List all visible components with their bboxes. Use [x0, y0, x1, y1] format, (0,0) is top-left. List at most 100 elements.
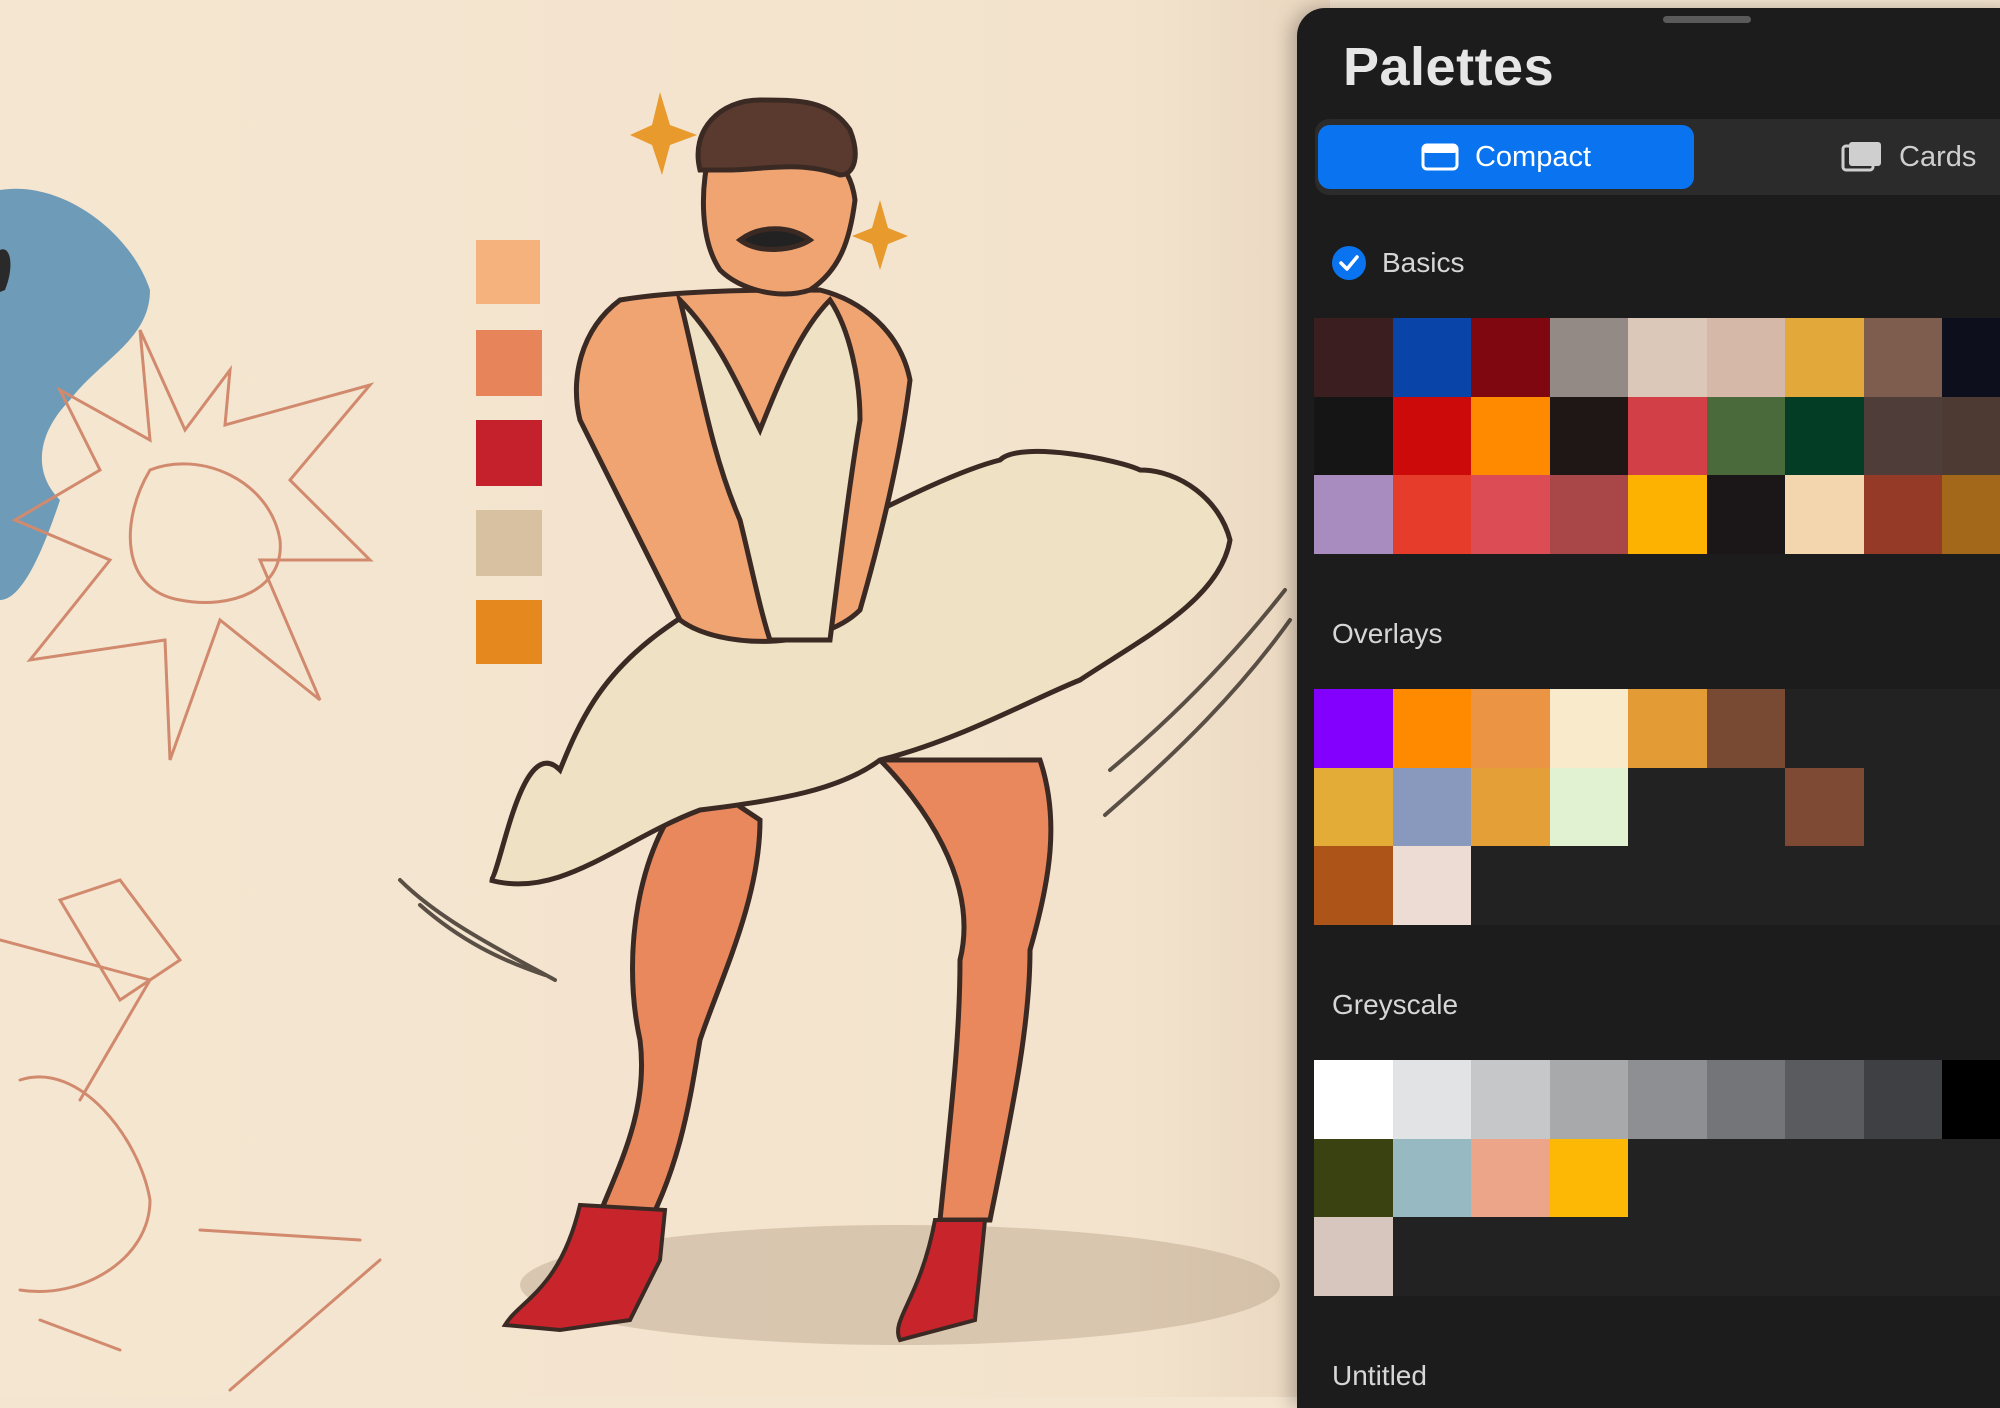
color-swatch[interactable] [1785, 767, 1864, 846]
empty-swatch-slot[interactable] [1550, 1217, 1629, 1296]
palette-untitled[interactable]: Untitled [1314, 1346, 2000, 1406]
empty-swatch-slot[interactable] [1785, 1139, 1864, 1218]
color-swatch[interactable] [1628, 475, 1707, 554]
color-swatch[interactable] [1628, 1060, 1707, 1139]
reference-swatch [476, 420, 542, 486]
color-swatch[interactable] [1392, 767, 1471, 846]
color-swatch[interactable] [1471, 318, 1550, 397]
palette-greyscale[interactable]: Greyscale [1314, 975, 2000, 1340]
color-swatch[interactable] [1706, 689, 1785, 768]
color-swatch[interactable] [1549, 767, 1628, 846]
compact-view-button[interactable]: Compact [1318, 125, 1694, 189]
empty-swatch-slot[interactable] [1942, 768, 2000, 847]
color-swatch[interactable] [1314, 1217, 1393, 1296]
color-swatch[interactable] [1549, 318, 1628, 397]
color-swatch[interactable] [1392, 689, 1471, 768]
empty-swatch-slot[interactable] [1785, 846, 1864, 925]
empty-swatch-slot[interactable] [1707, 1139, 1786, 1218]
empty-swatch-slot[interactable] [1942, 1217, 2000, 1296]
color-swatch[interactable] [1785, 475, 1864, 554]
color-swatch[interactable] [1471, 689, 1550, 768]
empty-swatch-slot[interactable] [1471, 846, 1550, 925]
color-swatch[interactable] [1706, 1060, 1785, 1139]
color-swatch[interactable] [1314, 318, 1393, 397]
color-swatch[interactable] [1706, 475, 1785, 554]
color-swatch[interactable] [1471, 396, 1550, 475]
color-swatch[interactable] [1706, 396, 1785, 475]
empty-swatch-slot[interactable] [1785, 689, 1864, 768]
compact-view-icon [1421, 142, 1459, 172]
empty-swatch-slot[interactable] [1707, 768, 1786, 847]
color-swatch[interactable] [1471, 475, 1550, 554]
color-swatch[interactable] [1785, 396, 1864, 475]
empty-swatch-slot[interactable] [1864, 768, 1943, 847]
color-swatch[interactable] [1471, 767, 1550, 846]
color-swatch[interactable] [1314, 846, 1393, 925]
empty-swatch-slot[interactable] [1942, 1139, 2000, 1218]
reference-swatch [476, 600, 542, 664]
color-swatch[interactable] [1785, 1060, 1864, 1139]
palette-overlays[interactable]: Overlays [1314, 604, 2000, 969]
color-swatch[interactable] [1392, 396, 1471, 475]
color-swatch[interactable] [1549, 475, 1628, 554]
color-swatch[interactable] [1706, 318, 1785, 397]
artwork [0, 92, 1292, 1392]
empty-swatch-slot[interactable] [1707, 846, 1786, 925]
cards-view-button[interactable]: Cards [1841, 125, 2000, 189]
empty-swatch-slot[interactable] [1864, 1217, 1943, 1296]
color-swatch[interactable] [1392, 846, 1471, 925]
color-swatch[interactable] [1471, 1060, 1550, 1139]
color-swatch[interactable] [1628, 318, 1707, 397]
color-swatch[interactable] [1314, 475, 1393, 554]
color-swatch[interactable] [1549, 396, 1628, 475]
color-swatch[interactable] [1314, 396, 1393, 475]
color-swatch[interactable] [1392, 1138, 1471, 1217]
color-swatch[interactable] [1314, 767, 1393, 846]
palette-basics[interactable]: Basics [1314, 233, 2000, 598]
color-swatch[interactable] [1863, 1060, 1942, 1139]
color-swatch[interactable] [1549, 1138, 1628, 1217]
palette-header[interactable]: Basics [1314, 233, 2000, 293]
color-swatch[interactable] [1785, 318, 1864, 397]
color-swatch[interactable] [1314, 1060, 1393, 1139]
color-swatch[interactable] [1392, 1060, 1471, 1139]
empty-swatch-slot[interactable] [1707, 1217, 1786, 1296]
empty-swatch-slot[interactable] [1628, 1217, 1707, 1296]
palette-header[interactable]: Overlays [1314, 604, 2000, 664]
reference-swatch [476, 510, 542, 576]
empty-swatch-slot[interactable] [1393, 1217, 1472, 1296]
color-swatch[interactable] [1942, 1060, 2000, 1139]
empty-swatch-slot[interactable] [1864, 1139, 1943, 1218]
palette-header[interactable]: Greyscale [1314, 975, 2000, 1035]
drawing-canvas[interactable] [0, 0, 1330, 1397]
color-swatch[interactable] [1549, 1060, 1628, 1139]
color-swatch[interactable] [1863, 475, 1942, 554]
empty-swatch-slot[interactable] [1628, 768, 1707, 847]
color-swatch[interactable] [1314, 1138, 1393, 1217]
palette-header[interactable]: Untitled [1314, 1346, 2000, 1406]
color-swatch[interactable] [1314, 689, 1393, 768]
color-swatch[interactable] [1942, 318, 2000, 397]
empty-swatch-slot[interactable] [1864, 689, 1943, 768]
empty-swatch-slot[interactable] [1471, 1217, 1550, 1296]
color-swatch[interactable] [1628, 396, 1707, 475]
panel-grabber[interactable] [1663, 16, 1751, 23]
color-swatch[interactable] [1942, 396, 2000, 475]
color-swatch[interactable] [1942, 475, 2000, 554]
empty-swatch-slot[interactable] [1785, 1217, 1864, 1296]
color-swatch[interactable] [1549, 689, 1628, 768]
color-swatch[interactable] [1392, 318, 1471, 397]
empty-swatch-slot[interactable] [1942, 846, 2000, 925]
empty-swatch-slot[interactable] [1628, 846, 1707, 925]
color-swatch[interactable] [1863, 396, 1942, 475]
color-swatch[interactable] [1471, 1138, 1550, 1217]
color-swatch[interactable] [1863, 318, 1942, 397]
empty-swatch-slot[interactable] [1628, 1139, 1707, 1218]
empty-swatch-slot[interactable] [1942, 689, 2000, 768]
color-swatch[interactable] [1392, 475, 1471, 554]
empty-swatch-slot[interactable] [1864, 846, 1943, 925]
reference-swatch [476, 330, 542, 396]
checkmark-icon[interactable] [1332, 246, 1366, 280]
empty-swatch-slot[interactable] [1550, 846, 1629, 925]
color-swatch[interactable] [1628, 689, 1707, 768]
